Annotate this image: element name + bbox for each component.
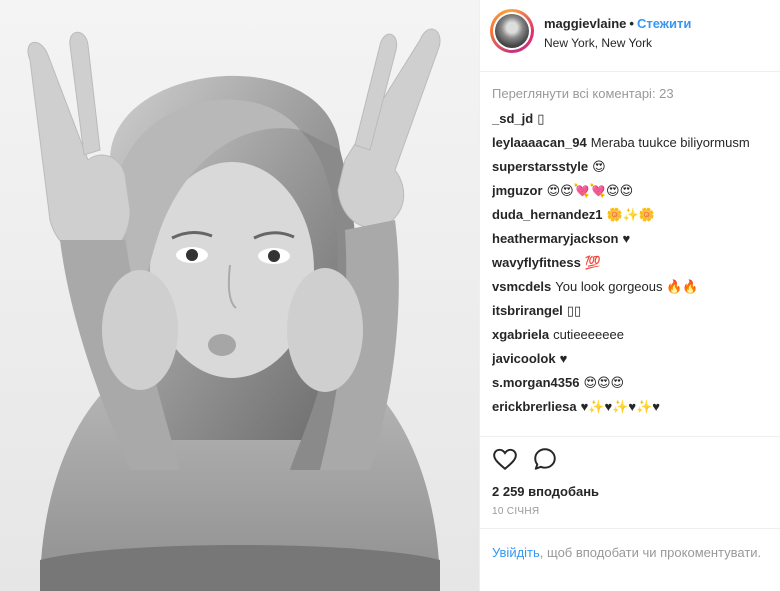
comment-item: erickbrerliesa ♥✨♥✨♥✨♥ (492, 399, 777, 415)
comment-username[interactable]: heathermaryjackson (492, 231, 618, 246)
comment-item: xgabriela cutieeeeeee (492, 327, 777, 343)
login-prompt-text: , щоб вподобати чи прокоментувати. (539, 545, 762, 560)
comment-item: vsmcdels You look gorgeous 🔥🔥 (492, 279, 777, 295)
comment-text: 😍 (592, 159, 606, 174)
comment-item: javicoolok ♥ (492, 351, 777, 367)
location-link[interactable]: New York, New York (544, 36, 652, 50)
comment-item: wavyflyfitness 💯 (492, 255, 777, 271)
post-sidebar: maggievlaine • Стежити New York, New York … (479, 0, 780, 591)
login-prompt: Увійдіть, щоб вподобати чи прокоментуват… (492, 543, 772, 562)
heart-icon-svg (493, 448, 517, 471)
likes-count[interactable]: 2 259 вподобань (492, 484, 599, 499)
comment-text: 😍😍💘💘😍😍 (546, 183, 634, 198)
username-line: maggievlaine • Стежити (544, 16, 691, 31)
comment-item: jmguzor 😍😍💘💘😍😍 (492, 183, 777, 199)
comment-username[interactable]: _sd_jd (492, 111, 533, 126)
post-header: maggievlaine • Стежити New York, New York (488, 8, 780, 68)
comment-username[interactable]: leylaaaacan_94 (492, 135, 587, 150)
comment-bubble-icon-svg (534, 448, 556, 470)
comment-username[interactable]: itsbrirangel (492, 303, 563, 318)
comment-item: duda_hernandez1 🌼✨🌼 (492, 207, 777, 223)
follow-button[interactable]: Стежити (637, 16, 691, 31)
comment-item: leylaaaacan_94 Meraba tuukce biliyormusm (492, 135, 777, 151)
post-photo[interactable] (0, 0, 479, 591)
footer-divider (480, 528, 780, 529)
header-divider (480, 71, 780, 72)
comment-text: 😍😍😍 (583, 375, 625, 390)
avatar[interactable] (490, 9, 534, 53)
comments-divider (480, 436, 780, 437)
comment-username[interactable]: superstarsstyle (492, 159, 588, 174)
post-actions (492, 446, 772, 476)
comment-text: ♥ (559, 351, 568, 366)
comment-username[interactable]: xgabriela (492, 327, 549, 342)
post-date[interactable]: 10 СІЧНЯ (492, 506, 539, 517)
username-link[interactable]: maggievlaine (544, 16, 626, 31)
portrait-image (0, 0, 479, 591)
comment-username[interactable]: vsmcdels (492, 279, 551, 294)
comment-username[interactable]: javicoolok (492, 351, 556, 366)
comment-item: superstarsstyle 😍 (492, 159, 777, 175)
comment-username[interactable]: jmguzor (492, 183, 543, 198)
comment-username[interactable]: wavyflyfitness (492, 255, 581, 270)
comment-text: Meraba tuukce biliyormusm (590, 135, 750, 150)
comment-text: ▯ (537, 111, 545, 126)
avatar-frame (493, 12, 531, 50)
comment-username[interactable]: erickbrerliesa (492, 399, 577, 414)
comment-text: ♥ (622, 231, 631, 246)
comment-item: heathermaryjackson ♥ (492, 231, 777, 247)
avatar-image (495, 14, 529, 48)
comments-list[interactable]: Переглянути всі коментарі: 23 _sd_jd ▯ le… (492, 86, 777, 433)
heart-icon[interactable] (492, 446, 520, 474)
comment-text: ▯▯ (566, 303, 582, 318)
comment-text: cutieeeeeee (553, 327, 624, 342)
comment-text: 🌼✨🌼 (606, 207, 656, 222)
comment-item: itsbrirangel ▯▯ (492, 303, 777, 319)
comment-item: s.morgan4356 😍😍😍 (492, 375, 777, 391)
comment-item: _sd_jd ▯ (492, 111, 777, 127)
separator-dot: • (629, 16, 634, 31)
comment-text: ♥✨♥✨♥✨♥ (580, 399, 661, 414)
login-link[interactable]: Увійдіть (492, 545, 540, 560)
comment-bubble-icon[interactable] (532, 446, 560, 474)
comment-text: 💯 (584, 255, 602, 270)
comment-text: You look gorgeous 🔥🔥 (555, 279, 699, 294)
view-all-comments[interactable]: Переглянути всі коментарі: 23 (492, 86, 777, 102)
comment-username[interactable]: s.morgan4356 (492, 375, 579, 390)
comment-username[interactable]: duda_hernandez1 (492, 207, 603, 222)
